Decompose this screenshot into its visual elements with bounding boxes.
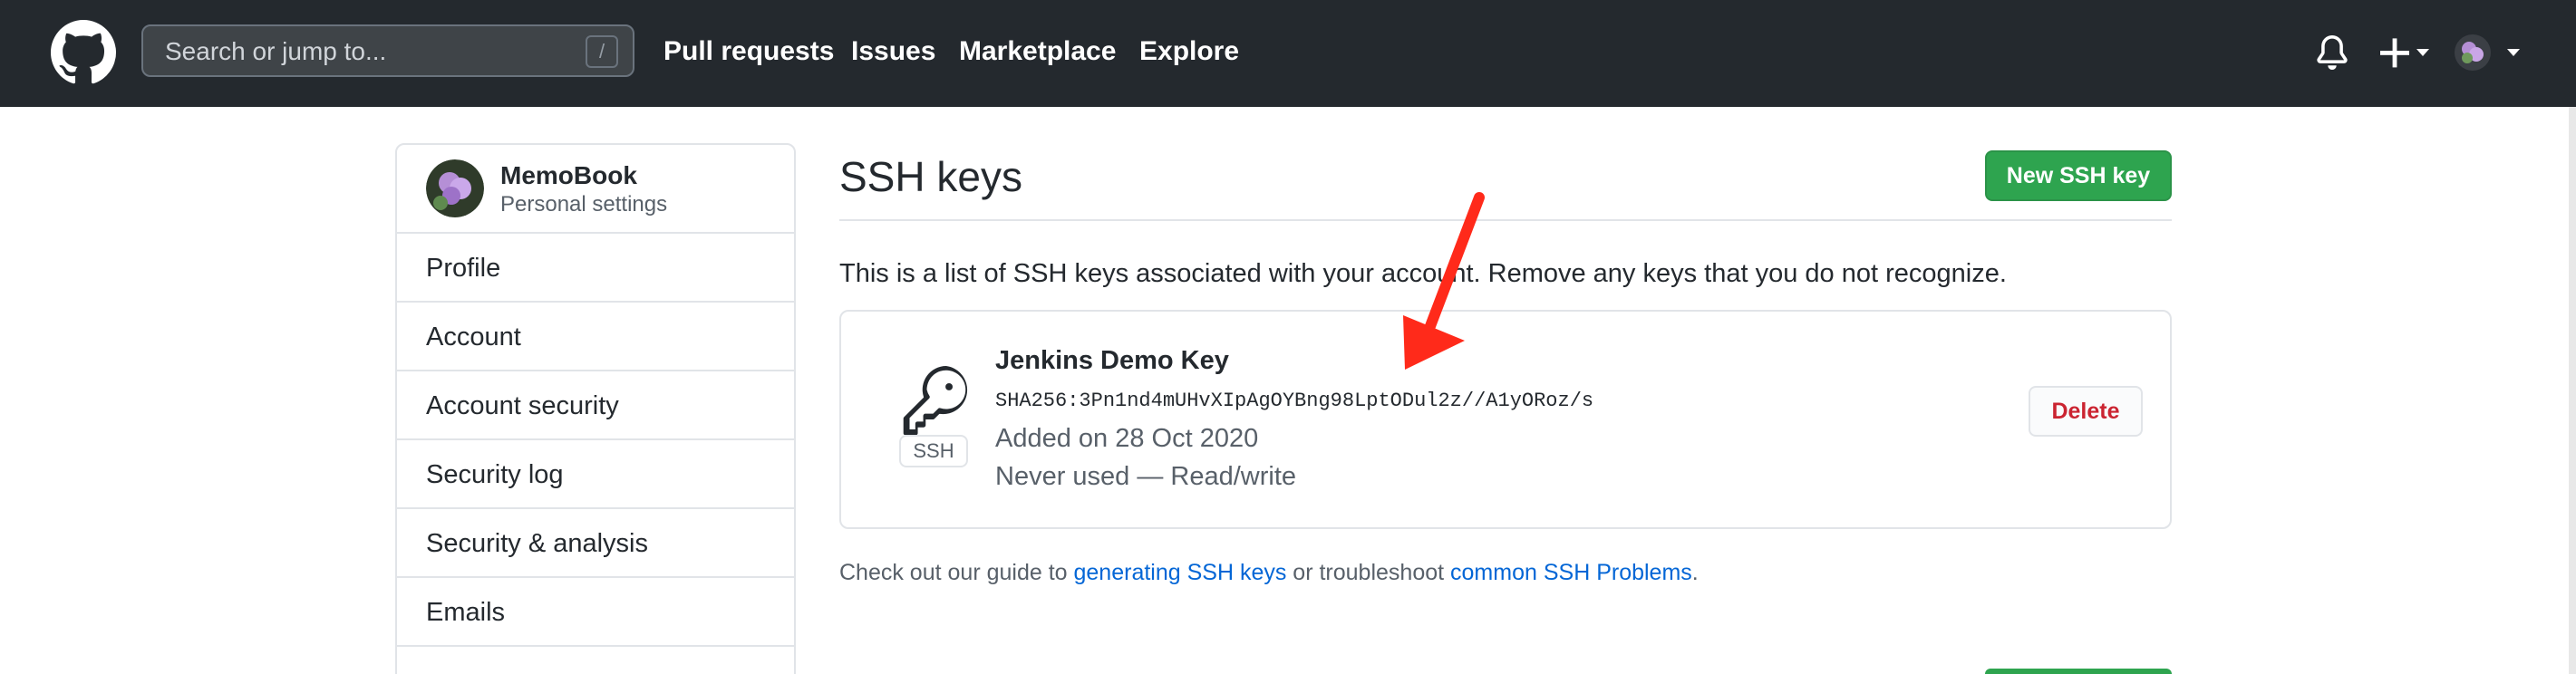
sidebar-item-account[interactable]: Account bbox=[397, 303, 794, 371]
nav-explore[interactable]: Explore bbox=[1139, 36, 1239, 67]
key-fingerprint: SHA256:3Pn1nd4mUHvXIpAgOYBng98LptODul2z/… bbox=[995, 390, 1594, 412]
bell-icon[interactable] bbox=[2315, 34, 2349, 71]
sidebar-item-label: Profile bbox=[426, 254, 501, 283]
common-ssh-problems-link[interactable]: common SSH Problems bbox=[1450, 560, 1692, 585]
settings-sidebar: MemoBook Personal settings Profile Accou… bbox=[395, 143, 796, 674]
annotation-arrow-icon bbox=[1403, 192, 1485, 370]
caret-down-icon bbox=[2416, 49, 2429, 56]
sidebar-item-label: Security log bbox=[426, 460, 564, 489]
nav-marketplace[interactable]: Marketplace bbox=[959, 36, 1116, 67]
create-new-menu[interactable] bbox=[2377, 34, 2431, 71]
guide-suffix: . bbox=[1691, 560, 1699, 585]
github-logo-icon[interactable] bbox=[51, 20, 116, 85]
new-ssh-key-button[interactable]: New SSH key bbox=[1985, 150, 2172, 201]
key-icon bbox=[903, 366, 968, 435]
key-added-date: Added on 28 Oct 2020 bbox=[995, 424, 1259, 453]
plus-icon bbox=[2380, 38, 2409, 68]
sidebar-item-label: Emails bbox=[426, 598, 506, 627]
sidebar-item-label: Account security bbox=[426, 391, 619, 420]
sidebar-item-profile[interactable]: Profile bbox=[397, 234, 794, 303]
key-title: Jenkins Demo Key bbox=[995, 346, 1229, 375]
generating-ssh-keys-link[interactable]: generating SSH keys bbox=[1074, 560, 1287, 585]
nav-issues[interactable]: Issues bbox=[851, 36, 935, 67]
scrollbar[interactable] bbox=[2569, 107, 2576, 674]
user-menu[interactable] bbox=[2453, 33, 2529, 72]
sidebar-item-emails[interactable]: Emails bbox=[397, 578, 794, 647]
search-placeholder: Search or jump to... bbox=[165, 37, 387, 65]
sidebar-item-account-security[interactable]: Account security bbox=[397, 371, 794, 440]
divider bbox=[839, 219, 2172, 221]
page-title: SSH keys bbox=[839, 153, 1022, 200]
guide-middle: or troubleshoot bbox=[1286, 560, 1451, 585]
search-shortcut-key: / bbox=[586, 35, 618, 68]
sidebar-item-security-log[interactable]: Security log bbox=[397, 440, 794, 509]
sidebar-user-header[interactable]: MemoBook Personal settings bbox=[397, 145, 794, 234]
guide-text: Check out our guide to generating SSH ke… bbox=[839, 560, 1699, 586]
nav-pull-requests[interactable]: Pull requests bbox=[663, 36, 834, 67]
sidebar-user-subtitle: Personal settings bbox=[500, 192, 668, 217]
guide-prefix: Check out our guide to bbox=[839, 560, 1074, 585]
sidebar-item-label: Account bbox=[426, 323, 521, 351]
sidebar-user-name: MemoBook bbox=[500, 161, 637, 189]
delete-key-button[interactable]: Delete bbox=[2029, 386, 2143, 437]
ssh-key-card: SSH Jenkins Demo Key SHA256:3Pn1nd4mUHvX… bbox=[839, 310, 2172, 529]
search-input[interactable]: Search or jump to... / bbox=[141, 24, 634, 77]
top-header: Search or jump to... / Pull requests Iss… bbox=[0, 0, 2576, 107]
sidebar-item-security-analysis[interactable]: Security & analysis bbox=[397, 509, 794, 578]
avatar bbox=[426, 159, 484, 217]
sidebar-item-label: Security & analysis bbox=[426, 529, 648, 558]
ssh-badge: SSH bbox=[899, 435, 968, 467]
caret-down-icon bbox=[2507, 49, 2520, 56]
key-usage: Never used — Read/write bbox=[995, 462, 1297, 491]
new-gpg-key-button[interactable] bbox=[1985, 669, 2172, 674]
